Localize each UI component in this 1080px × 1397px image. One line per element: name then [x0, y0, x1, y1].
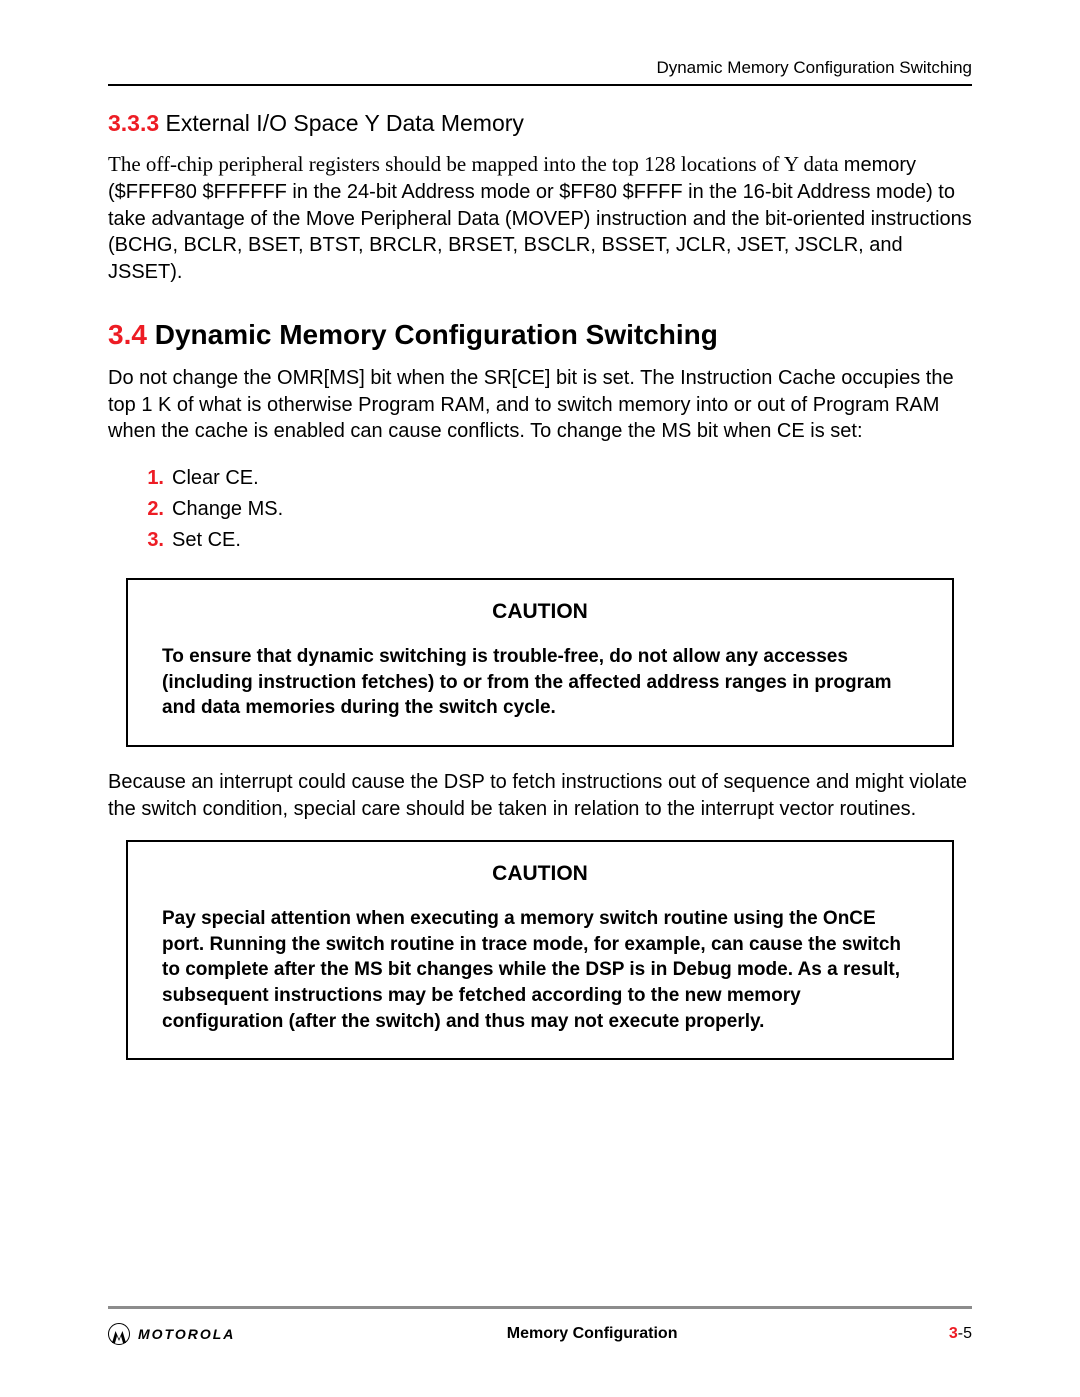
heading-title: Dynamic Memory Configuration Switching	[155, 319, 718, 350]
caution-title: CAUTION	[162, 600, 918, 624]
footer-section-title: Memory Configuration	[507, 1325, 678, 1343]
page-footer: MOTOROLA Memory Configuration 3-5	[108, 1306, 972, 1345]
caution-box-1: CAUTION To ensure that dynamic switching…	[126, 578, 954, 747]
step-text: Clear CE.	[172, 467, 259, 489]
footer-rule	[108, 1306, 972, 1309]
paragraph-333: The off-chip peripheral registers should…	[108, 151, 972, 285]
footer-row: MOTOROLA Memory Configuration 3-5	[108, 1323, 972, 1345]
heading-3-3-3: 3.3.3 External I/O Space Y Data Memory	[108, 110, 972, 137]
list-item: 1.Clear CE.	[160, 463, 972, 494]
page: Dynamic Memory Configuration Switching 3…	[0, 0, 1080, 1397]
step-number: 2.	[134, 494, 164, 525]
ordered-steps: 1.Clear CE. 2.Change MS. 3.Set CE.	[108, 463, 972, 556]
footer-page-number: 3-5	[949, 1325, 972, 1343]
paragraph-between-cautions: Because an interrupt could cause the DSP…	[108, 769, 972, 822]
step-number: 3.	[134, 525, 164, 556]
lead-sentence: The off-chip peripheral registers should…	[108, 152, 844, 176]
heading-3-4: 3.4 Dynamic Memory Configuration Switchi…	[108, 319, 972, 351]
caution-text: To ensure that dynamic switching is trou…	[162, 644, 918, 721]
motorola-logo-icon	[108, 1323, 130, 1345]
heading-title: External I/O Space Y Data Memory	[166, 110, 524, 136]
brand-name: MOTOROLA	[138, 1326, 235, 1342]
step-number: 1.	[134, 463, 164, 494]
heading-number: 3.3.3	[108, 110, 159, 136]
top-rule	[108, 84, 972, 86]
paragraph-34-intro: Do not change the OMR[MS] bit when the S…	[108, 365, 972, 445]
footer-chapter: 3	[949, 1325, 958, 1342]
caution-title: CAUTION	[162, 862, 918, 886]
list-item: 2.Change MS.	[160, 494, 972, 525]
caution-box-2: CAUTION Pay special attention when execu…	[126, 840, 954, 1060]
step-text: Change MS.	[172, 498, 283, 520]
footer-page: 5	[963, 1325, 972, 1342]
caution-text: Pay special attention when executing a m…	[162, 906, 918, 1034]
list-item: 3.Set CE.	[160, 525, 972, 556]
heading-number: 3.4	[108, 319, 147, 350]
running-head: Dynamic Memory Configuration Switching	[108, 58, 972, 78]
step-text: Set CE.	[172, 529, 241, 551]
brand: MOTOROLA	[108, 1323, 235, 1345]
